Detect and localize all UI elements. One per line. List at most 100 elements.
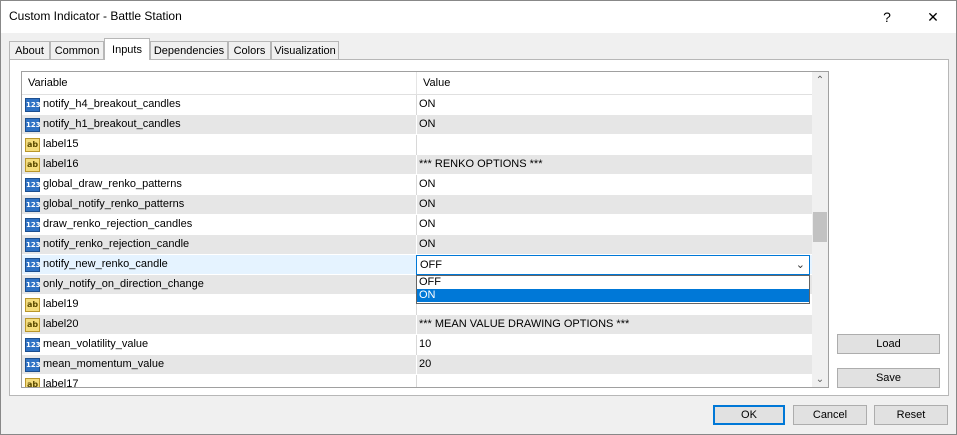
inputs-grid: Variable Value 123 notify_h4_breakout_can… [21, 71, 829, 388]
value-cell[interactable] [416, 375, 812, 387]
value-text: *** RENKO OPTIONS *** [419, 158, 543, 170]
close-button[interactable]: ✕ [913, 1, 953, 33]
dropdown-option-on[interactable]: ON [417, 289, 809, 302]
value-text: ON [419, 198, 436, 210]
variable-name: label20 [43, 318, 79, 330]
grid-rows: 123 notify_h4_breakout_candles ON 123 notify… [22, 95, 812, 388]
tab-visualization[interactable]: Visualization [271, 41, 339, 59]
tab-dependencies[interactable]: Dependencies [150, 41, 228, 59]
number-type-icon: 123 [25, 358, 41, 372]
title-bar: Custom Indicator - Battle Station ? ✕ [1, 1, 956, 33]
column-header-value[interactable]: Value [423, 72, 450, 94]
number-type-icon: 123 [25, 118, 41, 132]
variable-cell[interactable]: 123 notify_h1_breakout_candles [22, 115, 416, 135]
dropdown-selected-value: OFF [420, 259, 442, 271]
variable-cell[interactable]: 123 notify_renko_rejection_candle [22, 235, 416, 255]
value-cell[interactable]: ON [416, 235, 812, 255]
table-row[interactable]: 123 notify_h4_breakout_candles ON [22, 95, 812, 115]
column-header-variable[interactable]: Variable [28, 72, 68, 94]
dialog-window: Custom Indicator - Battle Station ? ✕ Ab… [0, 0, 957, 435]
variable-cell[interactable]: ab label15 [22, 135, 416, 155]
reset-button[interactable]: Reset [874, 405, 948, 425]
string-type-icon: ab [25, 298, 40, 312]
variable-name: mean_volatility_value [43, 338, 149, 350]
variable-cell[interactable]: ab label16 [22, 155, 416, 175]
table-row[interactable]: ab label17 [22, 375, 812, 388]
scrollbar-thumb[interactable] [813, 212, 827, 242]
value-cell[interactable]: *** RENKO OPTIONS *** [416, 155, 812, 175]
value-text: ON [419, 238, 436, 250]
value-cell[interactable]: ON [416, 175, 812, 195]
ok-button[interactable]: OK [713, 405, 785, 425]
variable-name: global_draw_renko_patterns [43, 178, 182, 190]
value-text: ON [419, 218, 436, 230]
value-cell[interactable]: ON [416, 215, 812, 235]
table-row[interactable]: ab label16 *** RENKO OPTIONS *** [22, 155, 812, 175]
scroll-down-icon[interactable]: ⌄ [812, 371, 828, 387]
scroll-up-icon[interactable]: ⌃ [812, 72, 828, 88]
variable-name: label16 [43, 158, 79, 170]
variable-cell[interactable]: 123 notify_new_renko_candle [22, 255, 416, 275]
variable-name: notify_h1_breakout_candles [43, 118, 181, 130]
value-cell[interactable]: 20 [416, 355, 812, 375]
variable-cell[interactable]: 123 global_notify_renko_patterns [22, 195, 416, 215]
help-button[interactable]: ? [867, 1, 907, 33]
number-type-icon: 123 [25, 178, 41, 192]
table-row[interactable]: 123 draw_renko_rejection_candles ON [22, 215, 812, 235]
load-button[interactable]: Load [837, 334, 940, 354]
value-text: ON [419, 98, 436, 110]
variable-name: label17 [43, 378, 79, 388]
variable-cell[interactable]: 123 draw_renko_rejection_candles [22, 215, 416, 235]
variable-name: mean_momentum_value [43, 358, 165, 370]
number-type-icon: 123 [25, 238, 41, 252]
table-row[interactable]: 123 notify_h1_breakout_candles ON [22, 115, 812, 135]
table-row[interactable]: 123 notify_renko_rejection_candle ON [22, 235, 812, 255]
variable-cell[interactable]: 123 global_draw_renko_patterns [22, 175, 416, 195]
number-type-icon: 123 [25, 98, 41, 112]
variable-cell[interactable]: 123 notify_h4_breakout_candles [22, 95, 416, 115]
tab-common[interactable]: Common [50, 41, 104, 59]
table-row[interactable]: 123 mean_volatility_value 10 [22, 335, 812, 355]
grid-header: Variable Value [22, 72, 812, 95]
value-cell[interactable]: ON [416, 95, 812, 115]
variable-cell[interactable]: ab label17 [22, 375, 416, 388]
value-text: ON [419, 118, 436, 130]
string-type-icon: ab [25, 158, 40, 172]
table-row[interactable]: 123 mean_momentum_value 20 [22, 355, 812, 375]
vertical-scrollbar[interactable]: ⌃ ⌄ [812, 72, 828, 387]
chevron-down-icon[interactable]: ⌄ [796, 258, 805, 271]
value-text: 20 [419, 358, 432, 370]
variable-cell[interactable]: ab label19 [22, 295, 416, 315]
table-row[interactable]: 123 global_notify_renko_patterns ON [22, 195, 812, 215]
dropdown-list: OFF ON [416, 275, 810, 304]
tab-inputs[interactable]: Inputs [104, 38, 150, 60]
number-type-icon: 123 [25, 218, 41, 232]
tab-about[interactable]: About [9, 41, 50, 59]
column-divider[interactable] [416, 72, 417, 94]
value-cell[interactable]: 10 [416, 335, 812, 355]
variable-name: notify_new_renko_candle [43, 258, 168, 270]
value-cell[interactable]: ON [416, 195, 812, 215]
cancel-button[interactable]: Cancel [793, 405, 867, 425]
variable-cell[interactable]: 123 mean_volatility_value [22, 335, 416, 355]
value-cell[interactable] [416, 135, 812, 155]
table-row[interactable]: ab label15 [22, 135, 812, 155]
value-dropdown[interactable]: OFF ⌄ [416, 255, 810, 275]
tab-colors[interactable]: Colors [228, 41, 271, 59]
number-type-icon: 123 [25, 198, 41, 212]
dropdown-option-off[interactable]: OFF [417, 276, 809, 289]
value-cell[interactable]: ON [416, 115, 812, 135]
string-type-icon: ab [25, 378, 40, 387]
variable-cell[interactable]: 123 only_notify_on_direction_change [22, 275, 416, 295]
table-row[interactable]: 123 global_draw_renko_patterns ON [22, 175, 812, 195]
table-row[interactable]: ab label20 *** MEAN VALUE DRAWING OPTIONS … [22, 315, 812, 335]
variable-cell[interactable]: 123 mean_momentum_value [22, 355, 416, 375]
variable-cell[interactable]: ab label20 [22, 315, 416, 335]
variable-name: label15 [43, 138, 79, 150]
variable-name: notify_renko_rejection_candle [43, 238, 190, 250]
value-cell[interactable]: *** MEAN VALUE DRAWING OPTIONS *** [416, 315, 812, 335]
save-button[interactable]: Save [837, 368, 940, 388]
variable-name: notify_h4_breakout_candles [43, 98, 181, 110]
value-text: *** MEAN VALUE DRAWING OPTIONS *** [419, 318, 630, 330]
number-type-icon: 123 [25, 258, 41, 272]
